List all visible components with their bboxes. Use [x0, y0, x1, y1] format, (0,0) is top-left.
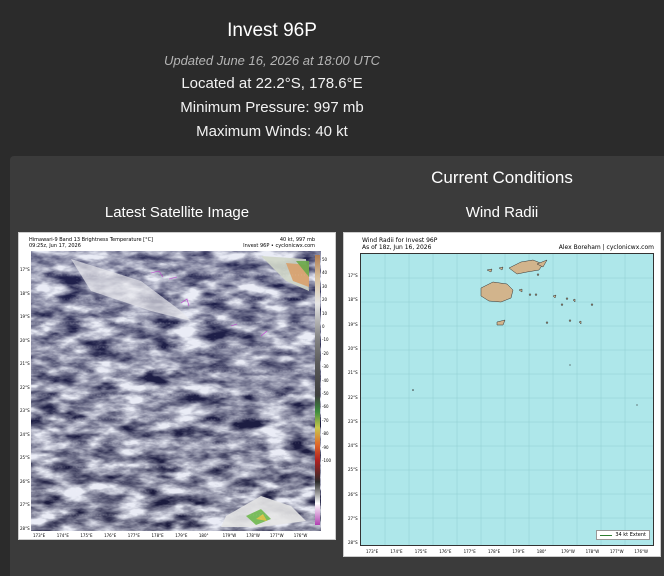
tick-label: 176°E	[439, 549, 452, 554]
colorbar-tick: -50	[322, 391, 329, 397]
tick-label: 176°W	[293, 533, 308, 538]
tick-label: 173°E	[366, 549, 379, 554]
satellite-source-label: Invest 96P • cyclonicwx.com	[243, 243, 315, 249]
storm-location: Located at 22.2°S, 178.6°E	[181, 75, 363, 92]
colorbar-tick: 40	[322, 270, 328, 276]
tick-label: 178°E	[488, 549, 501, 554]
colorbar-ticks: 50 40 30 20 10 0 -10 -20 -30 -40 -50 -60 -70 -80 -90 -1…	[322, 253, 331, 468]
tick-label: 20°S	[20, 337, 30, 343]
satellite-image[interactable]: Himawari-9 Band 13 Brightness Temperatur…	[18, 232, 336, 540]
tick-label: 178°W	[585, 549, 600, 554]
colorbar-tick: -10	[322, 337, 329, 343]
wind-radii-image[interactable]: Wind Radii for Invest 96P As of 18z, Jun…	[343, 232, 661, 557]
tick-label: 175°E	[80, 533, 93, 538]
tick-label: 179°W	[561, 549, 575, 554]
tick-label: 22°S	[20, 384, 30, 390]
colorbar-tick: -60	[322, 404, 329, 410]
tick-label: 176°W	[634, 549, 648, 554]
tick-label: 20°S	[348, 345, 358, 351]
wind-radii-legend: 34 kt Extent	[596, 530, 650, 540]
legend-line-34kt	[600, 534, 613, 536]
storm-pressure: Minimum Pressure: 997 mb	[180, 99, 364, 116]
satellite-image-title: Latest Satellite Image	[104, 204, 250, 221]
tick-label: 178°W	[246, 533, 260, 538]
satellite-imagery	[31, 251, 321, 531]
tick-label: 174°E	[56, 533, 69, 538]
colorbar	[315, 255, 320, 525]
tick-label: 27°S	[20, 502, 30, 507]
tick-label: 174°E	[390, 549, 403, 554]
tick-label: 180°	[198, 533, 209, 538]
colorbar-tick: -70	[322, 417, 329, 423]
tick-label: 28°S	[348, 540, 358, 546]
tick-label: 177°W	[270, 533, 284, 538]
colorbar-tick: -40	[322, 377, 329, 383]
tick-label: 28°S	[20, 525, 30, 531]
tick-label: 21°S	[348, 370, 358, 376]
tick-label: 179°E	[175, 533, 188, 538]
tick-label: 21°S	[20, 361, 30, 366]
tick-label: 173°E	[33, 533, 46, 538]
tick-label: 177°E	[127, 533, 140, 538]
legend-label: 34 kt Extent	[615, 532, 646, 538]
wind-radii-map	[360, 253, 654, 546]
colorbar-tick: -80	[322, 431, 329, 437]
colorbar-tick: -30	[322, 364, 329, 370]
tick-label: 175°E	[414, 549, 427, 554]
current-conditions-heading: Current Conditions	[431, 168, 573, 187]
wind-radii-map-title: Wind Radii for Invest 96P	[362, 237, 438, 244]
tick-label: 178°E	[151, 533, 164, 538]
storm-winds: Maximum Winds: 40 kt	[196, 123, 348, 140]
tick-label: 23°S	[20, 408, 30, 413]
tick-label: 176°E	[104, 533, 117, 538]
tick-label: 17°S	[20, 267, 30, 272]
wind-radii-time: As of 18z, Jun 16, 2026	[362, 244, 432, 251]
colorbar-tick: 10	[322, 310, 328, 316]
tick-label: 18°S	[348, 297, 358, 303]
colorbar-tick: 20	[322, 297, 328, 303]
fiji-islands-map	[361, 254, 653, 545]
tick-label: 18°S	[20, 290, 30, 296]
tick-label: 177°W	[610, 549, 624, 554]
colorbar-tick: -100	[322, 458, 332, 464]
tick-label: 27°S	[348, 516, 358, 521]
tick-label: 26°S	[20, 478, 30, 484]
colorbar-tick: -90	[322, 444, 329, 450]
tick-label: 22°S	[348, 394, 358, 400]
wind-radii-credit: Alex Boreham | cyclonicwx.com	[558, 244, 654, 251]
tick-label: 24°S	[348, 443, 358, 449]
tick-label: 26°S	[348, 491, 358, 497]
tick-label: 19°S	[348, 321, 358, 327]
tick-label: 177°E	[463, 549, 476, 554]
tick-label: 19°S	[20, 314, 30, 319]
wind-radii-title: Wind Radii	[465, 204, 539, 221]
tick-label: 23°S	[348, 418, 358, 424]
colorbar-tick: 50	[322, 257, 328, 262]
tick-label: 179°E	[512, 549, 525, 554]
satellite-time-label: 09:25z, Jun 17, 2026	[29, 243, 81, 249]
colorbar-tick: 30	[322, 283, 328, 289]
tick-label: 180°	[536, 549, 547, 554]
colorbar-tick: 0	[322, 324, 325, 330]
tick-label: 25°S	[20, 455, 30, 460]
tick-label: 179°W	[222, 533, 237, 538]
tick-label: 17°S	[348, 273, 358, 278]
storm-title: Invest 96P	[227, 20, 317, 41]
tick-label: 25°S	[348, 467, 358, 473]
tick-label: 24°S	[20, 431, 30, 437]
updated-timestamp: Updated June 16, 2026 at 18:00 UTC	[163, 53, 381, 68]
colorbar-tick: -20	[322, 350, 329, 356]
